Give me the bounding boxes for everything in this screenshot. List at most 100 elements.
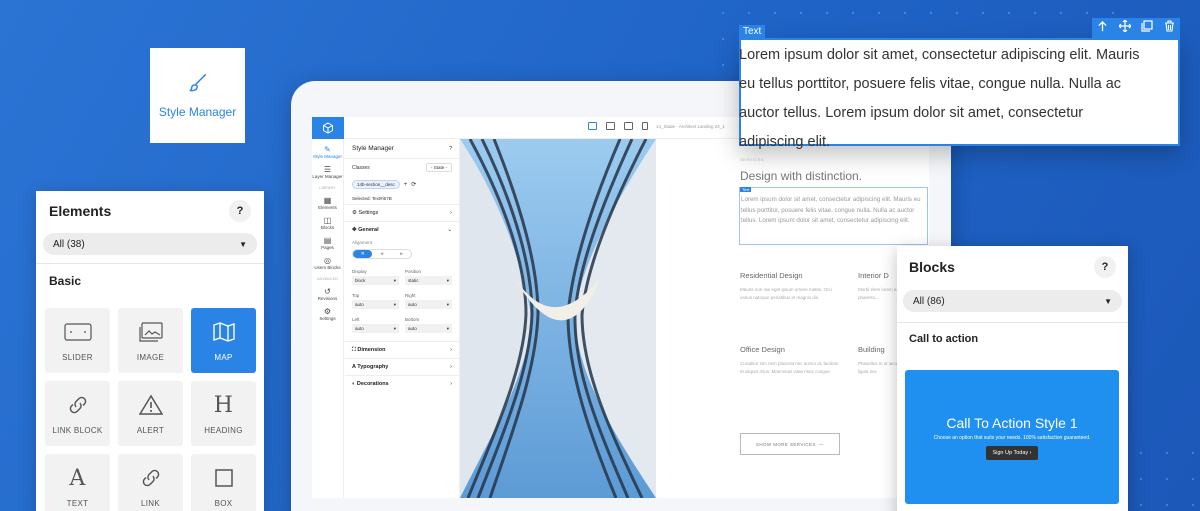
tablet-view-icon[interactable] <box>624 122 633 130</box>
section-typography[interactable]: A Typography › <box>345 358 459 375</box>
layers-icon: ☰ <box>323 165 332 174</box>
clone-icon[interactable] <box>1141 19 1153 37</box>
element-tile-label: ALERT <box>136 426 165 435</box>
align-left-button[interactable]: ⫷ <box>372 250 391 258</box>
chevron-right-icon: › <box>450 381 452 387</box>
state-select[interactable]: - State - <box>425 163 452 172</box>
element-tile-link[interactable]: LINK <box>118 454 183 511</box>
element-tile-box[interactable]: BOX <box>191 454 256 511</box>
laptop-view-icon[interactable] <box>606 122 615 130</box>
style-manager-tile[interactable]: Style Manager <box>150 48 245 143</box>
right-label: Right <box>405 293 416 298</box>
element-tile-label: IMAGE <box>136 353 165 362</box>
chevron-right-icon: › <box>450 364 452 370</box>
section-dimension[interactable]: ⛶ Dimension › <box>345 341 459 358</box>
elements-grid: SLIDER IMAGE MAP LINK BLOCK ALERT H HEAD… <box>36 298 264 511</box>
nav-layer-manager[interactable]: ☰ Layer Manager <box>312 165 343 180</box>
caret-down-icon: ▼ <box>239 239 247 249</box>
align-right-button[interactable]: ⫸ <box>392 250 411 258</box>
display-select[interactable]: block ▾ <box>352 276 399 285</box>
move-icon[interactable] <box>1118 19 1132 37</box>
element-tile-slider[interactable]: SLIDER <box>45 308 110 373</box>
elements-title: Elements <box>49 203 112 219</box>
top-label: Top <box>352 293 360 298</box>
element-tile-link-block[interactable]: LINK BLOCK <box>45 381 110 446</box>
element-tile-image[interactable]: IMAGE <box>118 308 183 373</box>
section-decorations[interactable]: ◐ Decorations › <box>345 375 459 392</box>
element-tile-heading[interactable]: H HEADING <box>191 381 256 446</box>
select-parent-icon[interactable] <box>1097 19 1108 37</box>
brush-icon: ✎ <box>324 145 331 154</box>
element-toolbar <box>1092 18 1180 38</box>
help-button[interactable]: ? <box>229 200 251 222</box>
service-title[interactable]: Interior D <box>858 271 889 280</box>
nav-style-manager[interactable]: ✎ Style Manager <box>312 145 343 160</box>
desktop-view-icon[interactable] <box>588 122 597 130</box>
element-tile-map[interactable]: MAP <box>191 308 256 373</box>
help-button[interactable]: ? <box>1094 256 1116 278</box>
architecture-photo[interactable] <box>460 139 656 498</box>
app-logo[interactable] <box>312 117 344 139</box>
nav-settings[interactable]: ⚙ Settings <box>312 308 343 322</box>
service-title[interactable]: Office Design <box>740 345 785 354</box>
element-tile-text[interactable]: A TEXT <box>45 454 110 511</box>
element-tile-label: MAP <box>214 353 233 362</box>
nav-label: Settings <box>319 316 336 321</box>
selected-text-element[interactable]: Text Lorem ipsum dolor sit amet, consect… <box>739 187 928 245</box>
element-tile-alert[interactable]: ALERT <box>118 381 183 446</box>
section-general[interactable]: ✥ General ⌄ <box>345 221 459 238</box>
element-tile-label: SLIDER <box>62 353 93 362</box>
nav-elements[interactable]: ▦ Elements <box>312 197 343 211</box>
left-input[interactable]: auto ▾ <box>352 324 399 333</box>
element-tile-label: BOX <box>214 499 233 508</box>
bottom-input[interactable]: auto ▾ <box>405 324 452 333</box>
call-to-action-block-preview[interactable]: Call To Action Style 1 Choose an option … <box>905 370 1119 504</box>
text-editor-popup[interactable]: Text Lorem ipsum dolor sit amet, consect… <box>739 18 1180 150</box>
sync-icon[interactable]: ⟳ <box>411 181 416 188</box>
elements-filter-value: All (38) <box>53 238 85 250</box>
nav-blocks[interactable]: ◫ Blocks <box>312 217 343 231</box>
page-icon: ▤ <box>323 236 332 245</box>
blocks-filter-value: All (86) <box>913 295 945 307</box>
position-select[interactable]: static ▾ <box>405 276 452 285</box>
blocks-filter-dropdown[interactable]: All (86) ▼ <box>903 290 1122 312</box>
align-none-button[interactable]: ✕ <box>353 250 373 258</box>
cta-subtext: Choose an option that suits your needs. … <box>933 434 1091 441</box>
device-switcher <box>588 122 648 130</box>
right-input[interactable]: auto ▾ <box>405 300 452 309</box>
canvas-paragraph: Lorem ipsum dolor sit amet, consectetur … <box>741 196 921 224</box>
service-title[interactable]: Residential Design <box>740 271 803 280</box>
map-icon <box>212 319 236 345</box>
brush-icon <box>187 72 209 99</box>
link-icon <box>140 465 162 491</box>
canvas-heading[interactable]: Design with distinction. <box>740 169 862 183</box>
file-name: 14_Slade - Architect Landing 24_1 <box>656 124 725 129</box>
add-class-icon[interactable]: + <box>404 182 408 188</box>
nav-label: Style Manager <box>312 154 342 159</box>
chevron-right-icon: › <box>450 347 452 353</box>
nav-pages[interactable]: ▤ Pages <box>312 236 343 251</box>
mobile-view-icon[interactable] <box>642 122 648 130</box>
section-label: Settings <box>358 210 379 216</box>
text-element-tag: Text <box>739 25 766 39</box>
blocks-title: Blocks <box>909 259 955 275</box>
history-icon: ↺ <box>324 287 331 296</box>
help-button[interactable]: ? <box>449 146 452 152</box>
section-settings[interactable]: ⚙ Settings › <box>345 204 459 221</box>
text-line: auctor tellus. Lorem ipsum dolor sit ame… <box>739 105 1084 121</box>
text-icon: A <box>69 465 86 491</box>
nav-users-blocks[interactable]: ◎ Users Blocks <box>312 257 343 271</box>
class-chip[interactable]: 14b-section__desc <box>352 180 400 189</box>
bottom-label: Bottom <box>405 317 420 322</box>
nav-revisions[interactable]: ↺ Revisions <box>312 287 343 302</box>
show-more-services-button[interactable]: SHOW MORE SERVICES — <box>740 433 840 455</box>
nav-label: Revisions <box>317 296 338 301</box>
elements-filter-dropdown[interactable]: All (38) ▼ <box>43 233 257 255</box>
text-line: adipiscing elit. <box>739 134 831 150</box>
box-icon <box>214 465 234 491</box>
service-title[interactable]: Building <box>858 345 885 354</box>
top-input[interactable]: auto ▾ <box>352 300 399 309</box>
left-label: Left <box>352 317 360 322</box>
nav-label: Users Blocks <box>314 265 341 270</box>
delete-icon[interactable] <box>1164 19 1175 37</box>
